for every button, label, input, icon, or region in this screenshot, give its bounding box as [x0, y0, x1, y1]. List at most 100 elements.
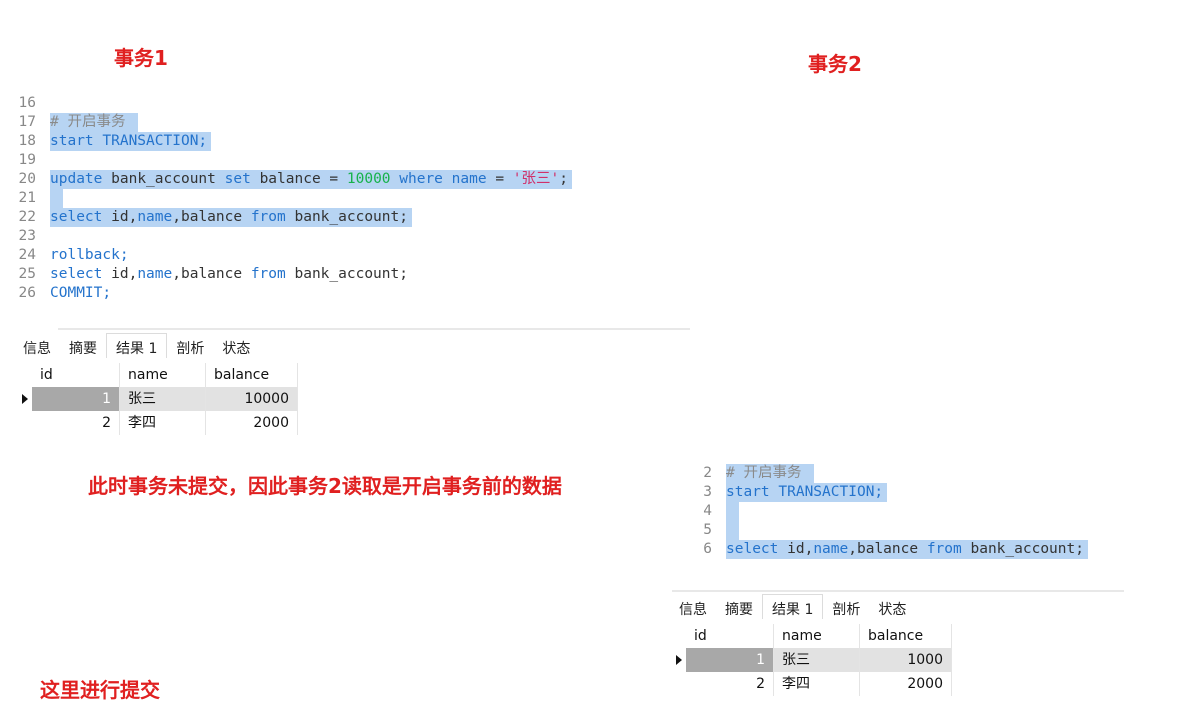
identifier: balance =: [259, 171, 339, 187]
code-line: 18 start TRANSACTION;: [0, 132, 690, 151]
cell-name[interactable]: 李四: [120, 411, 206, 435]
table-row[interactable]: 2 李四 2000: [20, 411, 298, 435]
tab-status[interactable]: 状态: [213, 334, 259, 358]
table-row[interactable]: 1 张三 10000: [20, 387, 298, 411]
identifier: id,: [111, 209, 138, 225]
cell-id[interactable]: 2: [32, 411, 120, 435]
keyword: select: [50, 266, 103, 282]
cell-name[interactable]: 张三: [120, 387, 206, 411]
cell-name[interactable]: 李四: [774, 672, 860, 696]
sql-editor-1[interactable]: 16 17 # 开启事务 18 start TRANSACTION; 19 20 up…: [0, 94, 690, 303]
identifier: ,balance: [172, 266, 243, 282]
code-line: 24 rollback;: [0, 246, 690, 265]
code-text: start TRANSACTION;: [50, 132, 212, 151]
row-indicator: [20, 411, 32, 435]
code-line: 2 # 开启事务: [676, 464, 1176, 483]
line-number: 23: [18, 228, 36, 244]
current-row-marker-icon: [22, 394, 28, 404]
line-number: 26: [18, 285, 36, 301]
keyword: name: [137, 266, 173, 282]
keyword: TRANSACTION;: [102, 133, 208, 149]
keyword: set: [224, 171, 251, 187]
cell-id[interactable]: 1: [32, 387, 120, 411]
tab-status[interactable]: 状态: [869, 595, 915, 619]
operator: ;: [559, 171, 568, 187]
table-row[interactable]: 2 李四 2000: [674, 672, 952, 696]
column-header-name[interactable]: name: [774, 624, 860, 648]
tabbar-divider: [58, 328, 690, 330]
result-tabs-1: 信息 摘要 结果 1 剖析 状态: [14, 333, 259, 358]
row-indicator: [20, 387, 32, 411]
column-header-name[interactable]: name: [120, 363, 206, 387]
tab-result-1[interactable]: 结果 1: [106, 333, 168, 358]
row-indicator: [674, 648, 686, 672]
identifier: bank_account;: [294, 266, 408, 282]
result-grid-2: id name balance 1 张三 1000 2 李四 2000: [674, 624, 952, 696]
cell-balance[interactable]: 1000: [860, 648, 952, 672]
line-number: 6: [703, 541, 712, 557]
line-number: 19: [18, 152, 36, 168]
identifier: ,balance: [848, 541, 919, 557]
code-text: start TRANSACTION;: [726, 483, 888, 502]
column-header-balance[interactable]: balance: [206, 363, 298, 387]
string-literal: '张三': [512, 171, 560, 187]
line-number: 5: [703, 522, 712, 538]
column-header-balance[interactable]: balance: [860, 624, 952, 648]
keyword: TRANSACTION;: [778, 484, 884, 500]
column-header-id[interactable]: id: [32, 363, 120, 387]
grid-header-row: id name balance: [674, 624, 952, 648]
code-text: COMMIT;: [50, 284, 111, 303]
result-grid-1: id name balance 1 张三 10000 2 李四 2000: [20, 363, 298, 435]
line-number: 17: [18, 114, 36, 130]
code-line: 16: [0, 94, 690, 113]
keyword: COMMIT;: [50, 285, 112, 301]
grid-header-row: id name balance: [20, 363, 298, 387]
row-indicator: [20, 363, 32, 387]
sql-comment: # 开启事务: [726, 465, 802, 481]
code-line: 4: [676, 502, 1176, 521]
keyword: start: [50, 133, 94, 149]
line-number: 16: [18, 95, 36, 111]
keyword: where: [399, 171, 443, 187]
column-header-id[interactable]: id: [686, 624, 774, 648]
identifier: ,balance: [172, 209, 243, 225]
cell-balance[interactable]: 2000: [206, 411, 298, 435]
line-number: 2: [703, 465, 712, 481]
line-number: 18: [18, 133, 36, 149]
current-row-marker-icon: [676, 655, 682, 665]
cell-id[interactable]: 1: [686, 648, 774, 672]
code-text: select id,name,balance from bank_account…: [50, 265, 408, 284]
code-line: 21: [0, 189, 690, 208]
keyword: start: [726, 484, 770, 500]
commit-note: 这里进行提交: [40, 678, 160, 702]
keyword: name: [451, 171, 487, 187]
keyword: select: [726, 541, 779, 557]
keyword: rollback;: [50, 247, 129, 263]
tab-info[interactable]: 信息: [670, 595, 716, 619]
code-line: 3 start TRANSACTION;: [676, 483, 1176, 502]
identifier: bank_account;: [294, 209, 408, 225]
tab-info[interactable]: 信息: [14, 334, 60, 358]
code-text: [50, 189, 63, 208]
tab-profile[interactable]: 剖析: [823, 595, 869, 619]
code-line: 26 COMMIT;: [0, 284, 690, 303]
tab-result-1[interactable]: 结果 1: [762, 594, 824, 619]
code-text: select id,name,balance from bank_account…: [726, 540, 1088, 559]
code-line: 17 # 开启事务: [0, 113, 690, 132]
tab-summary[interactable]: 摘要: [60, 334, 106, 358]
cell-name[interactable]: 张三: [774, 648, 860, 672]
sql-editor-2[interactable]: 2 # 开启事务 3 start TRANSACTION; 4 5 6 select …: [676, 464, 1176, 559]
sql-comment: # 开启事务: [50, 114, 126, 130]
code-text: select id,name,balance from bank_account…: [50, 208, 412, 227]
line-number: 22: [18, 209, 36, 225]
tab-summary[interactable]: 摘要: [716, 595, 762, 619]
cell-balance[interactable]: 10000: [206, 387, 298, 411]
uncommitted-note: 此时事务未提交，因此事务2读取是开启事务前的数据: [88, 474, 562, 498]
keyword: update: [50, 171, 103, 187]
code-line: 6 select id,name,balance from bank_accoun…: [676, 540, 1176, 559]
code-line: 20 update bank_account set balance = 1000…: [0, 170, 690, 189]
table-row[interactable]: 1 张三 1000: [674, 648, 952, 672]
cell-balance[interactable]: 2000: [860, 672, 952, 696]
tab-profile[interactable]: 剖析: [167, 334, 213, 358]
cell-id[interactable]: 2: [686, 672, 774, 696]
